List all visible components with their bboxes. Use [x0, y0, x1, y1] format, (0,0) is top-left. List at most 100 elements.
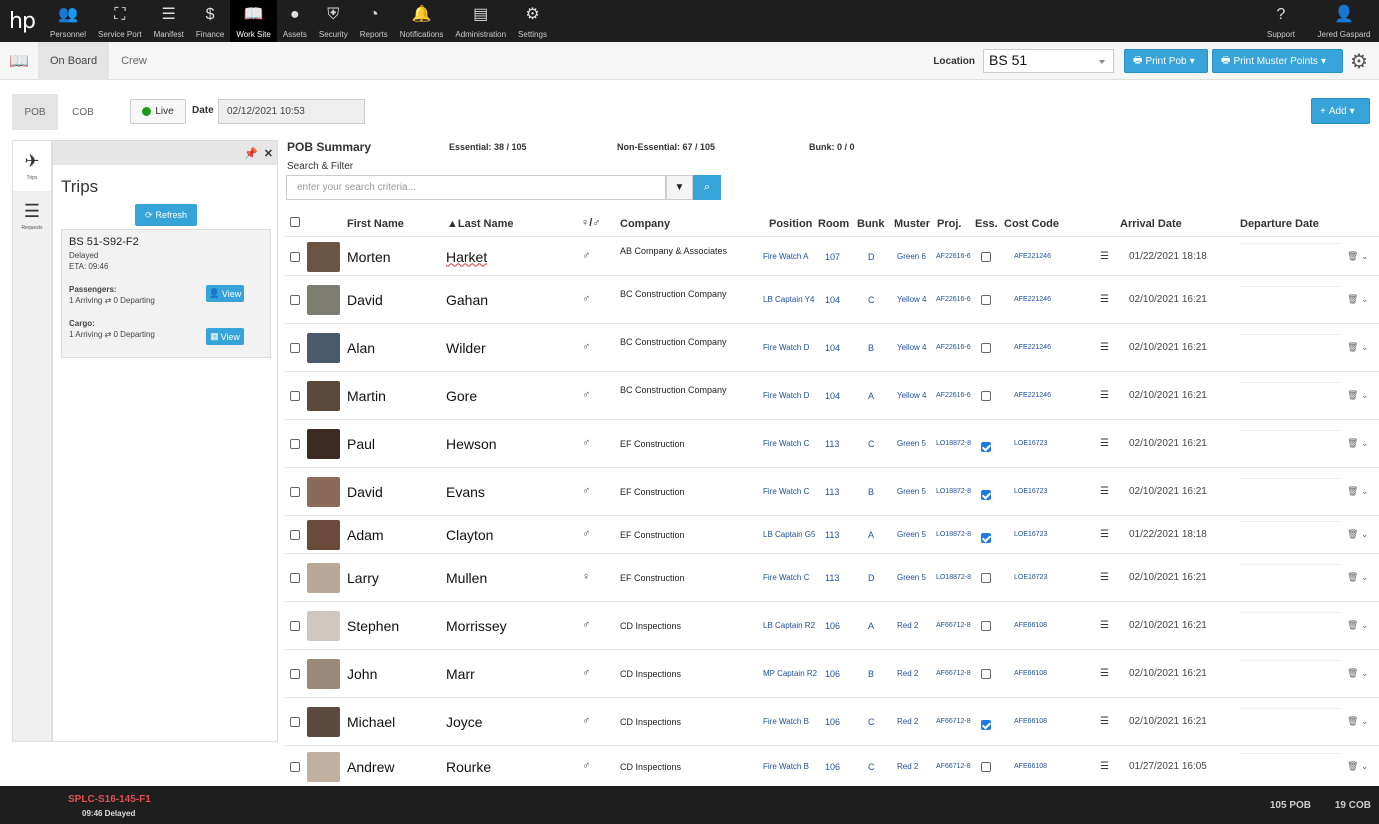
list-icon[interactable]: ☰	[1100, 761, 1109, 772]
departure-date-field[interactable]	[1240, 430, 1340, 431]
row-actions[interactable]: 🗑 ⌄	[1347, 572, 1368, 583]
footer-trip[interactable]: SPLC-S16-145-F1	[68, 794, 151, 805]
row-actions[interactable]: 🗑 ⌄	[1347, 716, 1368, 727]
col-position[interactable]: Position	[769, 218, 812, 230]
row-select-checkbox[interactable]	[290, 530, 300, 540]
table-row[interactable]: John Marr ♂ CD Inspections MP Captain R2 106 B…	[285, 649, 1379, 697]
live-button[interactable]: Live	[130, 99, 186, 124]
list-icon[interactable]: ☰	[1100, 294, 1109, 305]
essential-checkbox[interactable]	[981, 490, 991, 500]
row-actions[interactable]: 🗑 ⌄	[1347, 529, 1368, 540]
departure-date-field[interactable]	[1240, 708, 1340, 709]
departure-date-field[interactable]	[1240, 752, 1340, 754]
support-button[interactable]: ? Support	[1253, 0, 1309, 42]
search-input[interactable]: enter your search criteria...	[286, 175, 666, 200]
row-select-checkbox[interactable]	[290, 761, 300, 772]
nav-item-manifest[interactable]: ☰ Manifest	[148, 0, 190, 42]
departure-date-field[interactable]	[1240, 242, 1340, 244]
essential-checkbox[interactable]	[981, 573, 991, 583]
print-muster-button[interactable]: 🖶 Print Muster Points ▾	[1212, 49, 1343, 73]
row-actions[interactable]: 🗑 ⌄	[1347, 342, 1368, 353]
table-row[interactable]: Andrew Rourke ♂ CD Inspections Fire Watch B 1…	[285, 745, 1379, 786]
arrival-date[interactable]: 01/27/2021 16:05	[1129, 761, 1207, 772]
arrival-date[interactable]: 02/10/2021 16:21	[1129, 572, 1207, 583]
table-row[interactable]: Stephen Morrissey ♂ CD Inspections LB Captai…	[285, 601, 1379, 649]
essential-checkbox[interactable]	[981, 391, 991, 401]
table-row[interactable]: Martin Gore ♂ BC Construction Company Fire W…	[285, 371, 1379, 419]
arrival-date[interactable]: 02/10/2021 16:21	[1129, 620, 1207, 631]
nav-item-work-site[interactable]: 📖 Work Site	[230, 0, 277, 42]
filter-button[interactable]: ▼	[666, 175, 693, 200]
table-row[interactable]: Morten Harket ♂ AB Company & Associates Fire…	[285, 236, 1379, 275]
select-all-checkbox[interactable]	[290, 217, 300, 227]
col-first-name[interactable]: First Name	[347, 218, 404, 230]
table-row[interactable]: David Evans ♂ EF Construction Fire Watch C 11…	[285, 467, 1379, 515]
list-icon[interactable]: ☰	[1100, 342, 1109, 353]
row-actions[interactable]: 🗑 ⌄	[1347, 294, 1368, 305]
departure-date-field[interactable]	[1240, 334, 1340, 335]
arrival-date[interactable]: 02/10/2021 16:21	[1129, 486, 1207, 497]
table-row[interactable]: Alan Wilder ♂ BC Construction Company Fire W…	[285, 323, 1379, 371]
nav-item-finance[interactable]: $ Finance	[190, 0, 230, 42]
arrival-date[interactable]: 02/10/2021 16:21	[1129, 438, 1207, 449]
col-arrival-date[interactable]: Arrival Date	[1120, 218, 1182, 230]
table-row[interactable]: Adam Clayton ♂ EF Construction LB Captain G5…	[285, 515, 1379, 553]
table-row[interactable]: Michael Joyce ♂ CD Inspections Fire Watch B 1…	[285, 697, 1379, 745]
col-room[interactable]: Room	[818, 218, 849, 230]
sidebar-item-trips[interactable]: ✈ Trips	[13, 141, 51, 191]
essential-checkbox[interactable]	[981, 251, 991, 262]
row-select-checkbox[interactable]	[290, 295, 300, 305]
departure-date-field[interactable]	[1240, 286, 1340, 287]
col-gender[interactable]: ♀/♂	[581, 217, 601, 229]
essential-checkbox[interactable]	[981, 533, 991, 543]
col-ess[interactable]: Ess.	[975, 218, 998, 230]
row-actions[interactable]: 🗑 ⌄	[1347, 486, 1368, 497]
list-icon[interactable]: ☰	[1100, 716, 1109, 727]
close-icon[interactable]: ✕	[264, 147, 273, 160]
essential-checkbox[interactable]	[981, 761, 991, 772]
view-passengers-button[interactable]: 👤 View	[206, 285, 244, 302]
col-last-name[interactable]: ▲Last Name	[447, 218, 514, 230]
essential-checkbox[interactable]	[981, 295, 991, 305]
departure-date-field[interactable]	[1240, 660, 1340, 661]
view-cargo-button[interactable]: ▦ View	[206, 328, 244, 345]
departure-date-field[interactable]	[1240, 612, 1340, 613]
arrival-date[interactable]: 01/22/2021 18:18	[1129, 251, 1207, 262]
departure-date-field[interactable]	[1240, 478, 1340, 479]
user-menu[interactable]: 👤 Jered Gaspard	[1309, 0, 1379, 42]
nav-item-service-port[interactable]: ⛶ Service Port	[92, 0, 148, 42]
col-departure-date[interactable]: Departure Date	[1240, 218, 1319, 230]
nav-item-reports[interactable]: ◔ Reports	[354, 0, 394, 42]
pin-icon[interactable]: 📌	[244, 147, 258, 160]
col-bunk[interactable]: Bunk	[857, 218, 885, 230]
col-proj[interactable]: Proj.	[937, 218, 961, 230]
essential-checkbox[interactable]	[981, 621, 991, 631]
nav-item-assets[interactable]: ● Assets	[277, 0, 313, 42]
list-icon[interactable]: ☰	[1100, 668, 1109, 679]
list-icon[interactable]: ☰	[1100, 572, 1109, 583]
add-button[interactable]: + Add ▾	[1311, 98, 1370, 124]
location-select[interactable]: BS 51	[983, 49, 1114, 73]
nav-item-settings[interactable]: ⚙ Settings	[512, 0, 553, 42]
table-row[interactable]: David Gahan ♂ BC Construction Company LB Cap…	[285, 275, 1379, 323]
departure-date-field[interactable]	[1240, 382, 1340, 383]
arrival-date[interactable]: 02/10/2021 16:21	[1129, 294, 1207, 305]
table-row[interactable]: Larry Mullen ♀ EF Construction Fire Watch C 1…	[285, 553, 1379, 601]
essential-checkbox[interactable]	[981, 442, 991, 452]
settings-gear-icon[interactable]: ⚙	[1347, 49, 1371, 74]
row-actions[interactable]: 🗑 ⌄	[1347, 668, 1368, 679]
row-select-checkbox[interactable]	[290, 573, 300, 583]
refresh-button[interactable]: ⟳ Refresh	[135, 204, 197, 226]
col-company[interactable]: Company	[620, 218, 670, 230]
row-actions[interactable]: 🗑 ⌄	[1347, 761, 1368, 772]
essential-checkbox[interactable]	[981, 343, 991, 353]
departure-date-field[interactable]	[1240, 564, 1340, 565]
row-select-checkbox[interactable]	[290, 343, 300, 353]
arrival-date[interactable]: 02/10/2021 16:21	[1129, 668, 1207, 679]
departure-date-field[interactable]	[1240, 521, 1340, 522]
col-cost-code[interactable]: Cost Code	[1004, 218, 1059, 230]
row-select-checkbox[interactable]	[290, 669, 300, 679]
row-actions[interactable]: 🗑 ⌄	[1347, 251, 1368, 262]
col-muster[interactable]: Muster	[894, 218, 930, 230]
nav-item-administration[interactable]: ▤ Administration	[449, 0, 512, 42]
